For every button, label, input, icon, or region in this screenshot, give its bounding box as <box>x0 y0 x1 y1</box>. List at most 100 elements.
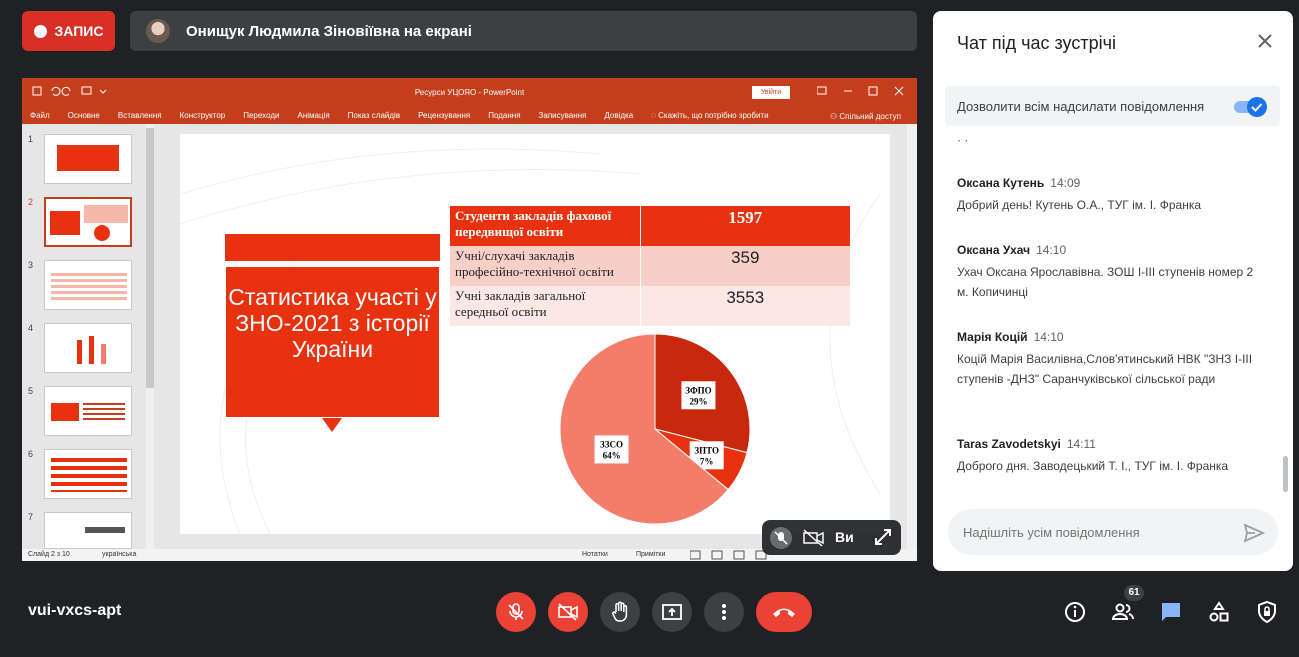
message-time: 14:10 <box>1036 243 1067 257</box>
powerpoint-titlebar: Ресурси УЦОЯО - PowerPoint Увійти <box>22 78 917 106</box>
participants-count-badge: 61 <box>1124 585 1144 601</box>
thumbnail-scrollbar-thumb[interactable] <box>146 128 154 388</box>
slide-thumbnail-3[interactable] <box>44 260 132 310</box>
title-accent-band <box>225 234 440 261</box>
chat-message-input[interactable] <box>948 509 1278 555</box>
slide-thumbnail-pane: 1 2 3 4 5 6 7 <box>22 124 170 549</box>
table-cell-value: 359 <box>639 246 850 286</box>
tab-transitions[interactable]: Переходи <box>243 111 279 120</box>
thumb-number: 2 <box>28 197 34 207</box>
raise-hand-button[interactable] <box>600 592 640 632</box>
mic-off-icon[interactable] <box>770 527 792 549</box>
fullscreen-icon[interactable] <box>874 528 892 546</box>
record-dot-icon <box>33 24 47 38</box>
message-text: Коцій Марія Василівна,Слов'ятинський НВК… <box>957 352 1253 386</box>
slide-scrollbar[interactable] <box>907 124 917 549</box>
reading-view-icon <box>733 550 745 560</box>
ribbon-display-icon <box>816 86 827 95</box>
message-time: 14:10 <box>1033 330 1064 344</box>
slide-thumbnail-1[interactable] <box>44 134 132 184</box>
comments-button[interactable]: Примітки <box>636 551 665 558</box>
more-options-button[interactable] <box>704 592 744 632</box>
host-controls-icon[interactable] <box>1255 600 1279 624</box>
presenter-avatar <box>146 19 170 43</box>
info-icon[interactable] <box>1063 600 1087 624</box>
pie-label-percent: 29% <box>689 396 707 406</box>
shared-screen: Ресурси УЦОЯО - PowerPoint Увійти Файл О… <box>22 78 917 561</box>
chat-message-partial: · · <box>957 133 969 147</box>
message-author: Taras Zavodetskyi <box>957 437 1061 451</box>
slide-title: Статистика участі у ЗНО-2021 з історії У… <box>228 284 437 362</box>
thumb-number: 4 <box>28 323 34 333</box>
close-window-icon <box>894 86 904 96</box>
chat-scrollbar[interactable] <box>1283 456 1288 492</box>
table-row: Учні закладів загальної середньої освіти… <box>450 286 850 326</box>
presenter-text: Онищук Людмила Зіновіївна на екрані <box>186 22 472 40</box>
pie-label-percent: 64% <box>603 450 621 460</box>
pie-label-name: ЗЗСО <box>600 439 623 449</box>
slide-thumbnail-5[interactable] <box>44 386 132 436</box>
thumb-number: 1 <box>28 134 34 144</box>
status-language: українська <box>102 551 137 558</box>
table-row: Студенти закладів фахової передвищої осв… <box>450 206 850 246</box>
status-slide-counter: Слайд 2 з 10 <box>28 551 70 558</box>
tab-animations[interactable]: Анімація <box>297 111 329 120</box>
notes-button[interactable]: Нотатки <box>582 551 608 558</box>
close-icon[interactable] <box>1253 29 1277 53</box>
slide-thumbnail-7[interactable] <box>44 512 132 549</box>
tab-design[interactable]: Конструктор <box>180 111 226 120</box>
pie-label-name: ЗПТО <box>694 445 719 455</box>
message-author: Марія Коцій <box>957 330 1028 344</box>
pie-data-label: ЗЗСО64% <box>594 435 629 464</box>
activities-icon[interactable] <box>1207 600 1231 624</box>
thumb-number: 7 <box>28 512 34 522</box>
slide-thumbnail-4[interactable] <box>44 323 132 373</box>
mic-toggle-button[interactable] <box>496 592 536 632</box>
table-cell-value: 3553 <box>639 286 850 326</box>
maximize-icon <box>868 86 878 96</box>
chat-message: Taras Zavodetskyi 14:11 Доброго дня. Заво… <box>957 435 1267 476</box>
message-time: 14:11 <box>1066 437 1096 451</box>
tab-insert[interactable]: Вставлення <box>118 111 162 120</box>
title-pointer-shape <box>322 418 342 432</box>
present-screen-button[interactable] <box>652 592 692 632</box>
normal-view-icon <box>690 550 701 560</box>
record-button[interactable]: ЗАПИС <box>22 11 115 51</box>
tab-file[interactable]: Файл <box>30 111 50 120</box>
send-icon[interactable] <box>1243 523 1265 543</box>
record-label: ЗАПИС <box>54 23 104 39</box>
table-cell-label: Учні/слухачі закладів професійно-технічн… <box>450 246 640 286</box>
camera-toggle-button[interactable] <box>548 592 588 632</box>
more-vert-icon <box>722 604 726 620</box>
login-button[interactable]: Увійти <box>752 86 790 99</box>
people-icon[interactable] <box>1111 600 1135 624</box>
window-controls[interactable] <box>816 85 912 99</box>
tell-me-label: Скажіть, що потрібно зробити <box>658 110 769 120</box>
current-slide: Статистика участі у ЗНО-2021 з історії У… <box>180 134 890 534</box>
tell-me-box[interactable]: ◌ Скажіть, що потрібно зробити <box>651 111 768 120</box>
tab-recording[interactable]: Записування <box>539 111 587 120</box>
allow-messages-toggle[interactable] <box>1233 96 1269 118</box>
message-text: Ухач Оксана Ярославівна. ЗОШ І-ІІІ ступе… <box>957 265 1254 299</box>
allow-messages-row: Дозволити всім надсилати повідомлення <box>945 86 1280 126</box>
pie-data-label: ЗФПО29% <box>681 381 716 410</box>
camera-off-icon[interactable] <box>802 528 826 548</box>
share-button[interactable]: ⚇ Спільний доступ <box>830 112 901 121</box>
tab-review[interactable]: Рецензування <box>418 111 470 120</box>
allow-messages-label: Дозволити всім надсилати повідомлення <box>957 99 1205 114</box>
table-cell-value: 1597 <box>639 206 850 246</box>
thumb-number: 5 <box>28 386 34 396</box>
tab-view[interactable]: Подання <box>488 111 520 120</box>
chat-icon[interactable] <box>1159 600 1183 624</box>
share-label: Спільний доступ <box>839 112 901 121</box>
end-call-button[interactable] <box>756 592 812 632</box>
slide-thumbnail-2[interactable] <box>44 197 132 247</box>
table-cell-label: Студенти закладів фахової передвищої осв… <box>450 206 640 246</box>
message-time: 14:09 <box>1050 176 1081 190</box>
chat-message: Оксана Ухач 14:10 Ухач Оксана Ярославівна… <box>957 241 1267 302</box>
tab-home[interactable]: Основне <box>68 111 100 120</box>
tab-slideshow[interactable]: Показ слайдів <box>348 111 400 120</box>
tab-help[interactable]: Довідка <box>604 111 633 120</box>
slide-thumbnail-6[interactable] <box>44 449 132 499</box>
self-view-controls: Ви <box>762 520 901 555</box>
